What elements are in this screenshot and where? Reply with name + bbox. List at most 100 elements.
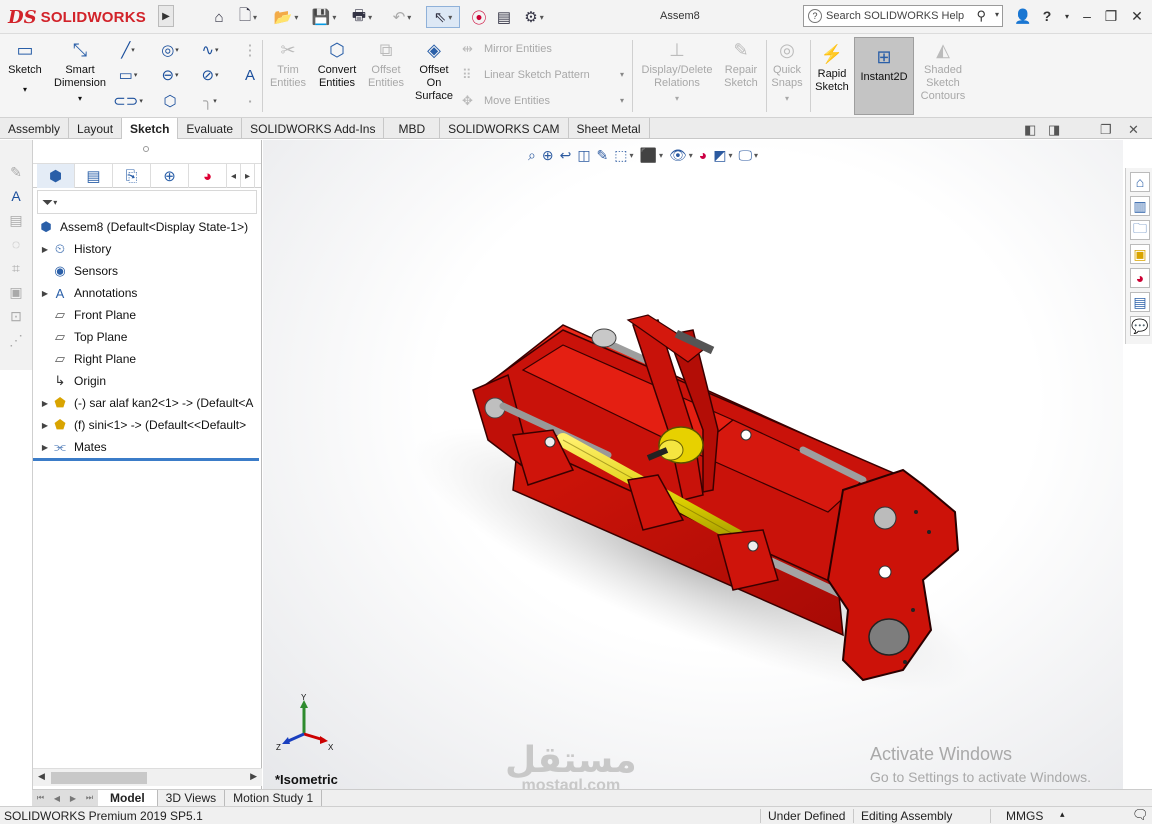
rapid-sketch-button[interactable]: ⚡ Rapid Sketch xyxy=(812,42,852,94)
chevron-down-icon[interactable]: ▾ xyxy=(754,151,758,160)
splitter-handle-icon[interactable] xyxy=(143,146,149,152)
tabs-scroll-right-icon[interactable]: ▸ xyxy=(241,164,255,188)
custom-properties-icon[interactable]: ▤ xyxy=(1130,292,1150,312)
smart-annotation-icon[interactable]: A xyxy=(6,186,26,206)
dynamic-annotation-icon[interactable]: ✎ xyxy=(597,147,609,164)
units-up-arrow-icon[interactable]: ▴ xyxy=(1060,809,1065,820)
fillet-icon[interactable]: ╮ ▾ xyxy=(196,90,224,112)
search-help-input[interactable]: ? Search SOLIDWORKS Help ⚲ ▾ xyxy=(803,5,1003,27)
help-dropdown-icon[interactable]: ▾ xyxy=(1056,6,1078,26)
view-settings-icon[interactable]: 🖵 xyxy=(739,147,753,164)
graphics-area[interactable]: Y X Z xyxy=(263,140,1123,790)
magnifier-icon[interactable]: ⚲ xyxy=(976,8,986,24)
shaded-sketch-contours-button[interactable]: ◭ Shaded Sketch Contours xyxy=(916,38,970,103)
smart-dimension-button[interactable]: ⤡ Smart Dimension ▾ xyxy=(52,38,108,105)
previous-view-icon[interactable]: ↩ xyxy=(560,147,572,164)
polygon-icon[interactable]: ⬡ xyxy=(156,90,184,112)
save-icon[interactable]: 💾 ▾ xyxy=(310,6,338,28)
mirror-entities-button[interactable]: ⇹ Mirror Entities xyxy=(462,40,552,58)
expand-icon[interactable]: ▶ xyxy=(39,245,51,254)
expand-icon[interactable]: ▶ xyxy=(39,399,51,408)
chevron-down-icon[interactable]: ▾ xyxy=(620,70,624,79)
tab-3d-views[interactable]: 3D Views xyxy=(158,790,226,806)
tree-item-top-plane[interactable]: ▱ Top Plane xyxy=(33,326,262,348)
design-library-icon[interactable]: ▥ xyxy=(1130,196,1150,216)
section-view-icon[interactable]: ◫ xyxy=(577,147,590,164)
select-cursor-icon[interactable]: ⇖ ▾ xyxy=(426,6,460,28)
tab-cam[interactable]: SOLIDWORKS CAM xyxy=(440,118,569,139)
zoom-to-area-icon[interactable]: ⊕ xyxy=(542,147,554,164)
offset-entities-button[interactable]: ⧉ Offset Entities xyxy=(364,38,408,90)
text-icon[interactable]: A xyxy=(236,64,264,86)
print-icon[interactable]: 🖶 ▾ xyxy=(348,6,376,28)
filter-funnel-icon[interactable]: ⏷ xyxy=(42,194,53,211)
expand-icon[interactable]: ▶ xyxy=(39,443,51,452)
chevron-down-icon[interactable]: ▾ xyxy=(659,151,663,160)
first-tab-icon[interactable]: ⏮ xyxy=(37,793,44,803)
quick-snaps-button[interactable]: ◎ Quick Snaps ▾ xyxy=(768,38,806,105)
previous-tab-icon[interactable]: ◀ xyxy=(54,794,60,803)
viewport-close-icon[interactable]: ✕ xyxy=(1128,122,1139,138)
close-icon[interactable]: ✕ xyxy=(1126,6,1148,26)
ellipse-icon[interactable]: ⊘ ▾ xyxy=(196,64,224,86)
tab-sheet-metal[interactable]: Sheet Metal xyxy=(569,118,650,139)
options-gear-icon[interactable]: ⚙ ▾ xyxy=(520,6,548,28)
plane-icon[interactable]: ▪ xyxy=(236,90,264,112)
tree-item-front-plane[interactable]: ▱ Front Plane xyxy=(33,304,262,326)
chevron-down-icon[interactable]: ▾ xyxy=(53,198,57,207)
tab-layout[interactable]: Layout xyxy=(69,118,123,139)
new-document-icon[interactable]: 🗋 ▾ xyxy=(234,6,262,28)
hide-show-items-icon[interactable]: 👁 xyxy=(669,147,687,164)
line-icon[interactable]: ╱ ▾ xyxy=(114,39,142,61)
appearances-icon[interactable]: ◕ xyxy=(1130,268,1150,288)
datum-icon[interactable]: ▣ xyxy=(6,282,26,302)
minimize-icon[interactable]: – xyxy=(1076,6,1098,26)
tab-motion-study[interactable]: Motion Study 1 xyxy=(225,790,323,806)
tree-item-origin[interactable]: ↳ Origin xyxy=(33,370,262,392)
tree-item-history[interactable]: ▶ ⏲ History xyxy=(33,238,262,260)
tabs-scroll-left-icon[interactable]: ◂ xyxy=(227,164,241,188)
note-icon[interactable]: ▤ xyxy=(6,210,26,230)
file-properties-icon[interactable]: ▤ xyxy=(494,6,514,28)
tab-sketch[interactable]: Sketch xyxy=(122,118,179,139)
file-explorer-icon[interactable]: 🗀 xyxy=(1130,220,1150,240)
panel-left-arrow-icon[interactable]: ◧ xyxy=(1024,122,1036,138)
tab-model[interactable]: Model xyxy=(98,790,158,806)
rollback-bar[interactable] xyxy=(33,458,259,461)
move-entities-button[interactable]: ✥ Move Entities xyxy=(462,92,550,110)
linear-sketch-pattern-button[interactable]: ⠿ Linear Sketch Pattern xyxy=(462,66,590,84)
chevron-down-icon[interactable]: ▾ xyxy=(728,151,732,160)
home-icon[interactable]: ⌂ xyxy=(208,6,230,28)
tree-item-right-plane[interactable]: ▱ Right Plane xyxy=(33,348,262,370)
tolerance-icon[interactable]: ⊡ xyxy=(6,306,26,326)
tab-assembly[interactable]: Assembly xyxy=(0,118,70,139)
chevron-down-icon[interactable]: ▾ xyxy=(78,92,82,105)
surface-finish-icon[interactable]: ⋰ xyxy=(6,330,26,350)
tree-item-mates[interactable]: ▶ ⫘ Mates xyxy=(33,436,262,458)
slot-icon[interactable]: ⊖ ▾ xyxy=(156,64,184,86)
property-manager-tab-icon[interactable]: ▤ xyxy=(75,164,113,188)
forum-icon[interactable]: 💬 xyxy=(1130,316,1150,336)
configuration-manager-tab-icon[interactable]: ⎘ xyxy=(113,164,151,188)
next-tab-icon[interactable]: ▶ xyxy=(70,794,76,803)
viewport-restore-icon[interactable]: ❐ xyxy=(1100,122,1112,138)
chevron-down-icon[interactable]: ▾ xyxy=(620,96,624,105)
chevron-down-icon[interactable]: ▾ xyxy=(23,83,27,96)
balloon-icon[interactable]: ◌ xyxy=(6,234,26,254)
trim-entities-button[interactable]: ✂ Trim Entities xyxy=(266,38,310,90)
weld-icon[interactable]: ⌗ xyxy=(6,258,26,278)
convert-entities-button[interactable]: ⬡ Convert Entities xyxy=(314,38,360,90)
straight-slot-icon[interactable]: ⊂⊃ ▾ xyxy=(113,90,143,112)
tree-root[interactable]: ⬢ Assem8 (Default<Display State-1>) xyxy=(33,216,262,238)
unit-system[interactable]: MMGS xyxy=(1006,809,1043,823)
view-palette-icon[interactable]: ▣ xyxy=(1130,244,1150,264)
solidworks-resources-icon[interactable]: ⌂ xyxy=(1130,172,1150,192)
scroll-thumb[interactable] xyxy=(51,772,147,784)
expand-icon[interactable]: ▶ xyxy=(39,289,51,298)
tab-navigation[interactable]: ⏮ ◀ ▶ ⏭ xyxy=(32,790,98,806)
feature-manager-tab-icon[interactable]: ⬢ xyxy=(37,164,75,188)
tree-item-part-1[interactable]: ▶ ⬟ (-) sar alaf kan2<1> -> (Default<A xyxy=(33,392,262,414)
scroll-left-icon[interactable]: ◀ xyxy=(38,771,45,782)
offset-on-surface-button[interactable]: ◈ Offset On Surface xyxy=(412,38,456,103)
panel-splitter[interactable] xyxy=(33,140,261,164)
